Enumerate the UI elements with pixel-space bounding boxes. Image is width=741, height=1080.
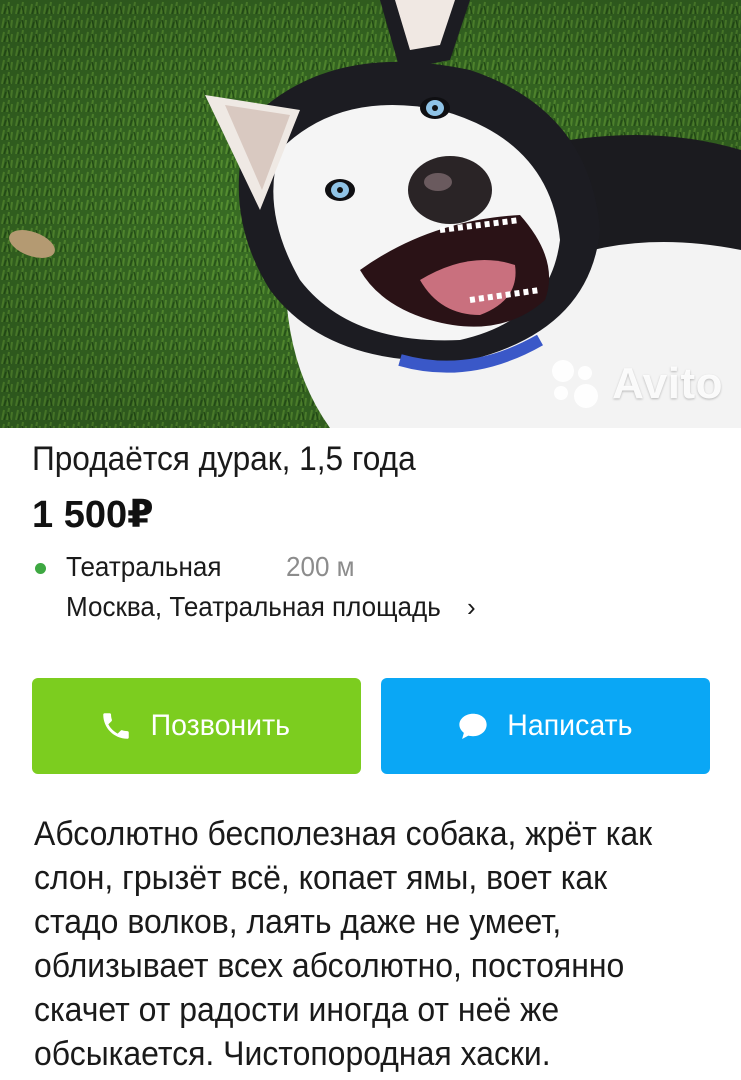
- listing-title: Продаётся дурак, 1,5 года: [32, 440, 416, 478]
- call-button-label: Позвонить: [150, 709, 291, 742]
- avito-watermark: Avito: [552, 358, 723, 410]
- write-button-label: Написать: [506, 709, 633, 742]
- phone-icon: [103, 713, 129, 739]
- avito-watermark-text: Avito: [612, 359, 723, 408]
- listing-price: 1 500₽: [32, 494, 154, 536]
- address-text: Москва, Театральная площадь: [66, 591, 441, 622]
- listing-description: Абсолютно бесполезная собака, жрёт как с…: [34, 815, 653, 1073]
- metro-dot-icon: [35, 563, 46, 574]
- chat-bubble-icon: [458, 713, 487, 739]
- write-button[interactable]: Написать: [381, 678, 710, 774]
- avito-logo-icon: [552, 358, 604, 410]
- chevron-right-icon: ›: [467, 591, 476, 622]
- metro-distance: 200 м: [286, 551, 355, 582]
- listing-photo[interactable]: Avito: [0, 0, 741, 428]
- metro-station: Театральная: [66, 551, 222, 582]
- address-link[interactable]: Москва, Театральная площадь ›: [66, 591, 476, 623]
- call-button[interactable]: Позвонить: [32, 678, 361, 774]
